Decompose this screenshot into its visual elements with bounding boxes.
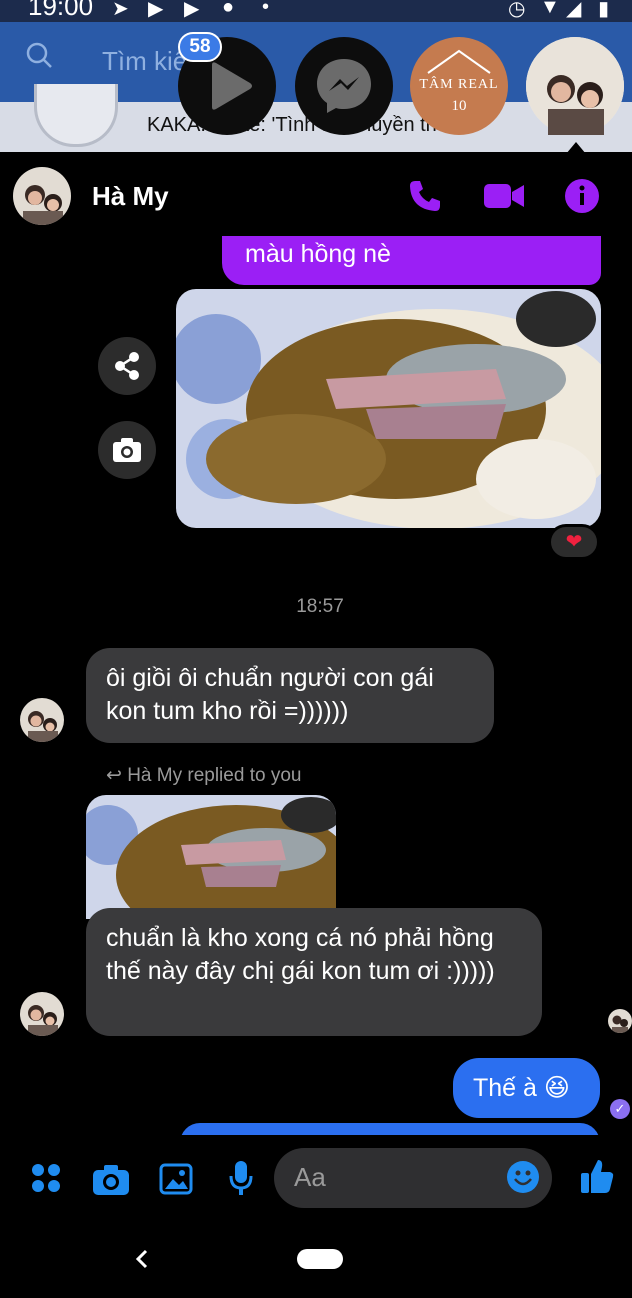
incoming-message-bubble[interactable]: ôi giồi ôi chuẩn người con gái kon tum k…	[86, 648, 494, 743]
youtube-icon: ▶	[148, 0, 164, 20]
avatar-photo	[13, 167, 71, 225]
chathead-messenger[interactable]	[295, 37, 393, 135]
signal-icon: ◢	[566, 0, 582, 20]
phone-icon[interactable]	[407, 178, 443, 214]
thumbs-up-icon[interactable]	[580, 1158, 614, 1194]
avatar-photo	[20, 992, 64, 1036]
camera-quick-button[interactable]	[98, 421, 156, 479]
camera-icon[interactable]	[92, 1162, 130, 1196]
search-icon	[26, 42, 52, 68]
home-button[interactable]	[297, 1249, 343, 1269]
contact-name[interactable]: Hà My	[92, 181, 169, 212]
messenger-icon	[317, 59, 371, 113]
mic-icon[interactable]	[229, 1160, 253, 1196]
share-icon	[115, 352, 139, 380]
video-camera-icon[interactable]	[483, 178, 525, 214]
youtube-icon: ▶	[184, 0, 200, 20]
sender-avatar[interactable]	[20, 992, 64, 1036]
reply-arrow-icon: ↩	[106, 765, 128, 786]
camera-icon	[113, 438, 141, 462]
replied-photo-preview[interactable]	[86, 795, 336, 919]
tamreal-name: TÂM REAL	[419, 77, 499, 92]
reply-indicator-text: Hà My replied to you	[127, 765, 302, 786]
incoming-message-bubble[interactable]: chuẩn là kho xong cá nó phải hồng thế nà…	[86, 908, 542, 1036]
delivered-check-icon: ✓	[610, 1099, 630, 1119]
info-icon[interactable]	[564, 178, 600, 214]
avatar-photo	[526, 37, 624, 135]
chathead-friend-avatar[interactable]	[526, 37, 624, 135]
contact-avatar[interactable]	[13, 167, 71, 225]
telegram-icon: ➤	[112, 0, 129, 20]
apps-icon[interactable]	[30, 1162, 62, 1194]
heart-reaction[interactable]: ❤	[548, 524, 600, 560]
status-time: 19:00	[28, 0, 94, 21]
alarm-icon: ◷	[508, 0, 526, 20]
reply-indicator: ↩ Hà My replied to you	[106, 764, 301, 787]
battery-icon: ▮	[598, 0, 610, 20]
sender-avatar[interactable]	[20, 698, 64, 742]
seen-indicator-avatar	[608, 1009, 632, 1033]
notification-dot-icon: •	[262, 0, 270, 18]
share-button[interactable]	[98, 337, 156, 395]
avatar-photo	[608, 1009, 632, 1033]
message-timestamp: 18:57	[296, 596, 344, 617]
food-photo	[86, 795, 336, 919]
photo-message[interactable]	[176, 289, 601, 528]
back-icon[interactable]	[132, 1244, 152, 1274]
gallery-icon[interactable]	[159, 1162, 193, 1196]
outgoing-message-bubble[interactable]: Thế à 😆	[453, 1058, 600, 1118]
unread-badge: 58	[178, 32, 222, 62]
food-photo	[176, 289, 601, 528]
emoji-icon[interactable]	[506, 1160, 540, 1194]
avatar-photo	[20, 698, 64, 742]
wifi-icon: ▼	[540, 0, 560, 18]
tamreal-number: 10	[451, 98, 467, 114]
background-search-placeholder: Tìm kiế	[102, 46, 188, 76]
status-bar	[0, 0, 632, 22]
message-input-placeholder: Aa	[294, 1162, 326, 1192]
pinterest-icon: ●	[222, 0, 235, 18]
outgoing-message-text: màu hồng nè	[245, 240, 391, 268]
